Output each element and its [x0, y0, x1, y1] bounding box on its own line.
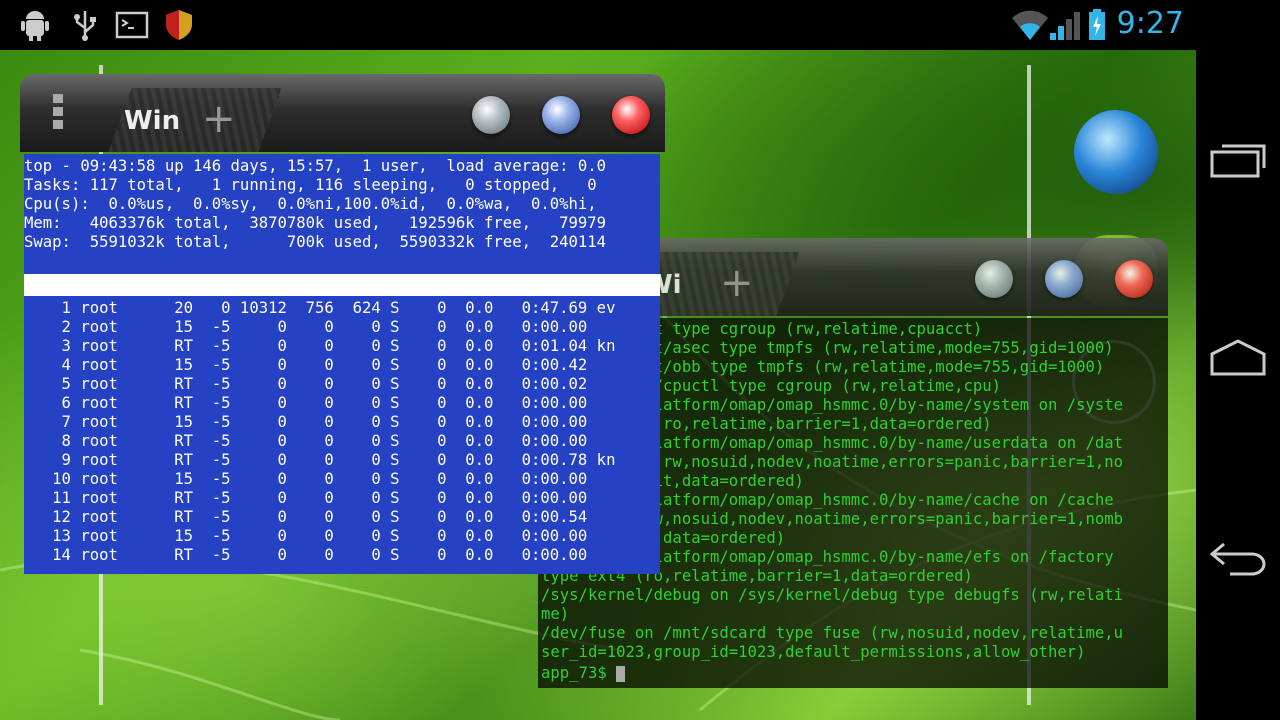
maximize-button[interactable] [1045, 260, 1083, 298]
process-row: 13 root 15 -5 0 0 0 S 0 0.0 0:00.00 [24, 527, 588, 545]
process-table-header: PID USER PR NI VIRT RES SHR S %CPU %MEM … [24, 274, 660, 296]
top-summary-line: Swap: 5591032k total, 700k used, 5590332… [24, 233, 607, 251]
process-row: 2 root 15 -5 0 0 0 S 0 0.0 0:00.00 [24, 318, 588, 336]
process-table-rows: 1 root 20 0 10312 756 624 S 0 0.0 0:47.6… [24, 296, 660, 565]
wifi-icon [1010, 0, 1050, 50]
mount-line: /dev/fuse on /mnt/sdcard type fuse (rw,n… [541, 624, 1124, 642]
tab-label[interactable]: Win [124, 106, 180, 136]
process-row: 11 root RT -5 0 0 0 S 0 0.0 0:00.00 [24, 489, 588, 507]
shield-icon [162, 8, 196, 42]
terminal-window-top[interactable]: Win + top - 09:43:58 up 146 days, 15:57,… [20, 74, 665, 576]
top-summary-text: top - 09:43:58 up 146 days, 15:57, 1 use… [24, 154, 660, 252]
home-icon[interactable] [1206, 326, 1270, 390]
new-tab-button[interactable]: + [202, 96, 236, 142]
process-row: 10 root 15 -5 0 0 0 S 0 0.0 0:00.00 [24, 470, 588, 488]
process-row: 4 root 15 -5 0 0 0 S 0 0.0 0:00.42 [24, 356, 588, 374]
navigation-bar [1196, 0, 1280, 720]
window-menu-icon[interactable] [53, 94, 67, 134]
process-row: 1 root 20 0 10312 756 624 S 0 0.0 0:47.6… [24, 299, 616, 317]
process-row: 8 root RT -5 0 0 0 S 0 0.0 0:00.00 [24, 432, 588, 450]
status-clock: 9:27 [1116, 6, 1184, 41]
usb-icon [68, 8, 102, 42]
top-summary-line: Cpu(s): 0.0%us, 0.0%sy, 0.0%ni,100.0%id,… [24, 195, 597, 213]
recent-apps-icon[interactable] [1206, 128, 1270, 192]
globe-app-icon[interactable] [1074, 110, 1158, 194]
top-summary-line: Tasks: 117 total, 1 running, 116 sleepin… [24, 176, 597, 194]
process-row: 14 root RT -5 0 0 0 S 0 0.0 0:00.00 [24, 546, 588, 564]
close-button[interactable] [612, 96, 650, 134]
process-row: 12 root RT -5 0 0 0 S 0 0.0 0:00.54 [24, 508, 588, 526]
top-summary-line: Mem: 4063376k total, 3870780k used, 1925… [24, 214, 607, 232]
mount-line: me) [541, 605, 570, 623]
shell-prompt-line[interactable]: app_73$ [538, 662, 1168, 683]
signal-icon [1048, 0, 1084, 50]
mount-line: /sys/kernel/debug on /sys/kernel/debug t… [541, 586, 1124, 604]
close-button[interactable] [1115, 260, 1153, 298]
shell-prompt: app_73$ [541, 664, 617, 682]
status-bar: 9:27 [0, 0, 1196, 50]
top-output[interactable]: top - 09:43:58 up 146 days, 15:57, 1 use… [24, 154, 660, 574]
window-title-bar[interactable]: Win + [20, 74, 665, 152]
text-cursor [616, 665, 626, 682]
top-summary-line: top - 09:43:58 up 146 days, 15:57, 1 use… [24, 157, 607, 175]
minimize-button[interactable] [472, 96, 510, 134]
android-debug-icon [18, 8, 52, 42]
process-row: 6 root RT -5 0 0 0 S 0 0.0 0:00.00 [24, 394, 588, 412]
minimize-button[interactable] [975, 260, 1013, 298]
maximize-button[interactable] [542, 96, 580, 134]
back-icon[interactable] [1206, 526, 1270, 590]
terminal-icon [115, 8, 149, 42]
process-row: 7 root 15 -5 0 0 0 S 0 0.0 0:00.00 [24, 413, 588, 431]
process-row: 9 root RT -5 0 0 0 S 0 0.0 0:00.78 kn [24, 451, 616, 469]
battery-charging-icon [1086, 0, 1110, 50]
mount-line: ser_id=1023,group_id=1023,default_permis… [541, 643, 1086, 661]
process-row: 3 root RT -5 0 0 0 S 0 0.0 0:01.04 kn [24, 337, 616, 355]
process-row: 5 root RT -5 0 0 0 S 0 0.0 0:00.02 [24, 375, 588, 393]
blank-line [24, 252, 660, 274]
new-tab-button[interactable]: + [720, 260, 754, 306]
